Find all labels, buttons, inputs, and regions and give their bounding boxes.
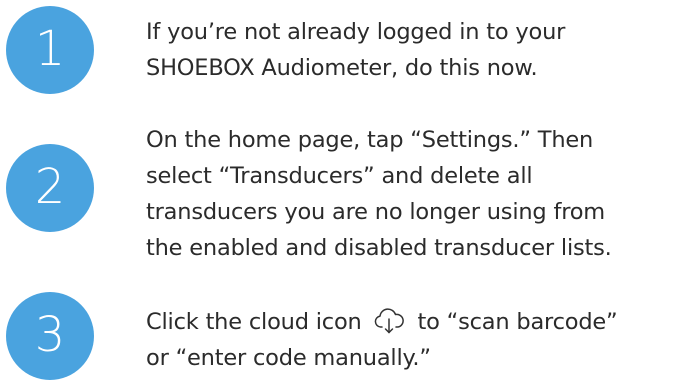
cloud-download-icon [374,307,404,333]
step-3-text-after-icon: to “scan barcode” [417,309,618,335]
step-2-line-4: the enabled and disabled transducer list… [146,235,612,261]
step-2-text: On the home page, tap “Settings.” Then s… [146,122,673,266]
step-2-line-2: select “Transducers” and delete all [146,163,533,189]
step-1-text: If you’re not already logged in to your … [146,14,673,86]
step-3-badge: 3 [6,292,94,380]
step-2-line-1: On the home page, tap “Settings.” Then [146,127,594,153]
step-3-number: 3 [34,307,66,363]
step-1-badge: 1 [6,6,94,94]
step-2-badge: 2 [6,144,94,232]
step-2-line-3: transducers you are no longer using from [146,199,606,225]
step-2-number: 2 [34,159,66,215]
step-3-line-1: Click the cloud icon to “scan barcode” [146,304,673,340]
step-3-text: Click the cloud icon to “scan barcode” o… [146,304,673,376]
step-1-line-2: SHOEBOX Audiometer, do this now. [146,55,538,81]
step-1-line-1: If you’re not already logged in to your [146,19,566,45]
step-3-text-before-icon: Click the cloud icon [146,309,362,335]
step-3-line-2: or “enter code manually.” [146,345,431,371]
step-1-number: 1 [34,21,66,77]
